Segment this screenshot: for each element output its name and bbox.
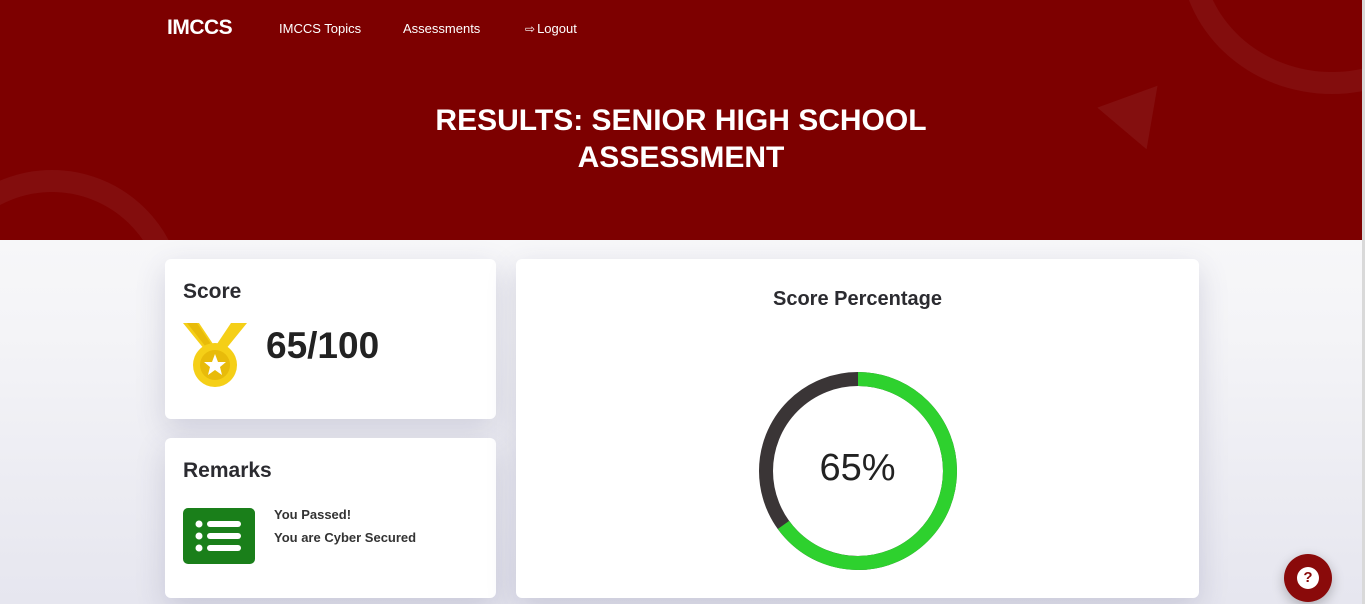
remarks-card-title: Remarks: [183, 459, 272, 482]
list-icon: [183, 508, 255, 564]
remark-cyber-secured: You are Cyber Secured: [274, 530, 417, 545]
score-card-title: Score: [183, 280, 242, 303]
nav-link-topics[interactable]: IMCCS Topics: [279, 21, 361, 36]
page-title-line: ASSESSMENT: [577, 141, 785, 174]
nav-link-label: IMCCS Topics: [279, 21, 362, 36]
remark-passed: You Passed!: [274, 507, 352, 522]
percentage-card: Score Percentage 65%: [516, 259, 1199, 598]
nav-link-assessments[interactable]: Assessments: [403, 21, 480, 36]
logout-icon: ⇨: [525, 22, 536, 36]
score-card: Score 65/100: [165, 259, 496, 419]
remarks-card: Remarks You Passed! You are Cyber Secure…: [165, 438, 496, 598]
nav-link-logout[interactable]: ⇨ Logout: [525, 21, 577, 36]
header-banner: IMCCS IMCCS Topics Assessments ⇨ Logout R…: [0, 0, 1362, 240]
nav-link-label: Assessments: [403, 21, 481, 36]
percentage-card-title: Score Percentage: [773, 288, 942, 310]
medal-icon: [183, 323, 247, 387]
score-value: 65/100: [266, 325, 380, 366]
nav-link-label: Logout: [537, 21, 577, 36]
page-title-line: RESULTS: SENIOR HIGH SCHOOL: [435, 104, 927, 137]
help-button[interactable]: ?: [1284, 554, 1332, 602]
site-logo[interactable]: IMCCS: [167, 16, 233, 40]
help-icon: ?: [1297, 567, 1319, 589]
page-title: RESULTS: SENIOR HIGH SCHOOL ASSESSMENT: [0, 102, 1362, 176]
decorative-ring: [0, 170, 184, 240]
top-navbar: IMCCS IMCCS Topics Assessments ⇨ Logout: [0, 0, 1362, 56]
percentage-value: 65%: [819, 447, 896, 489]
